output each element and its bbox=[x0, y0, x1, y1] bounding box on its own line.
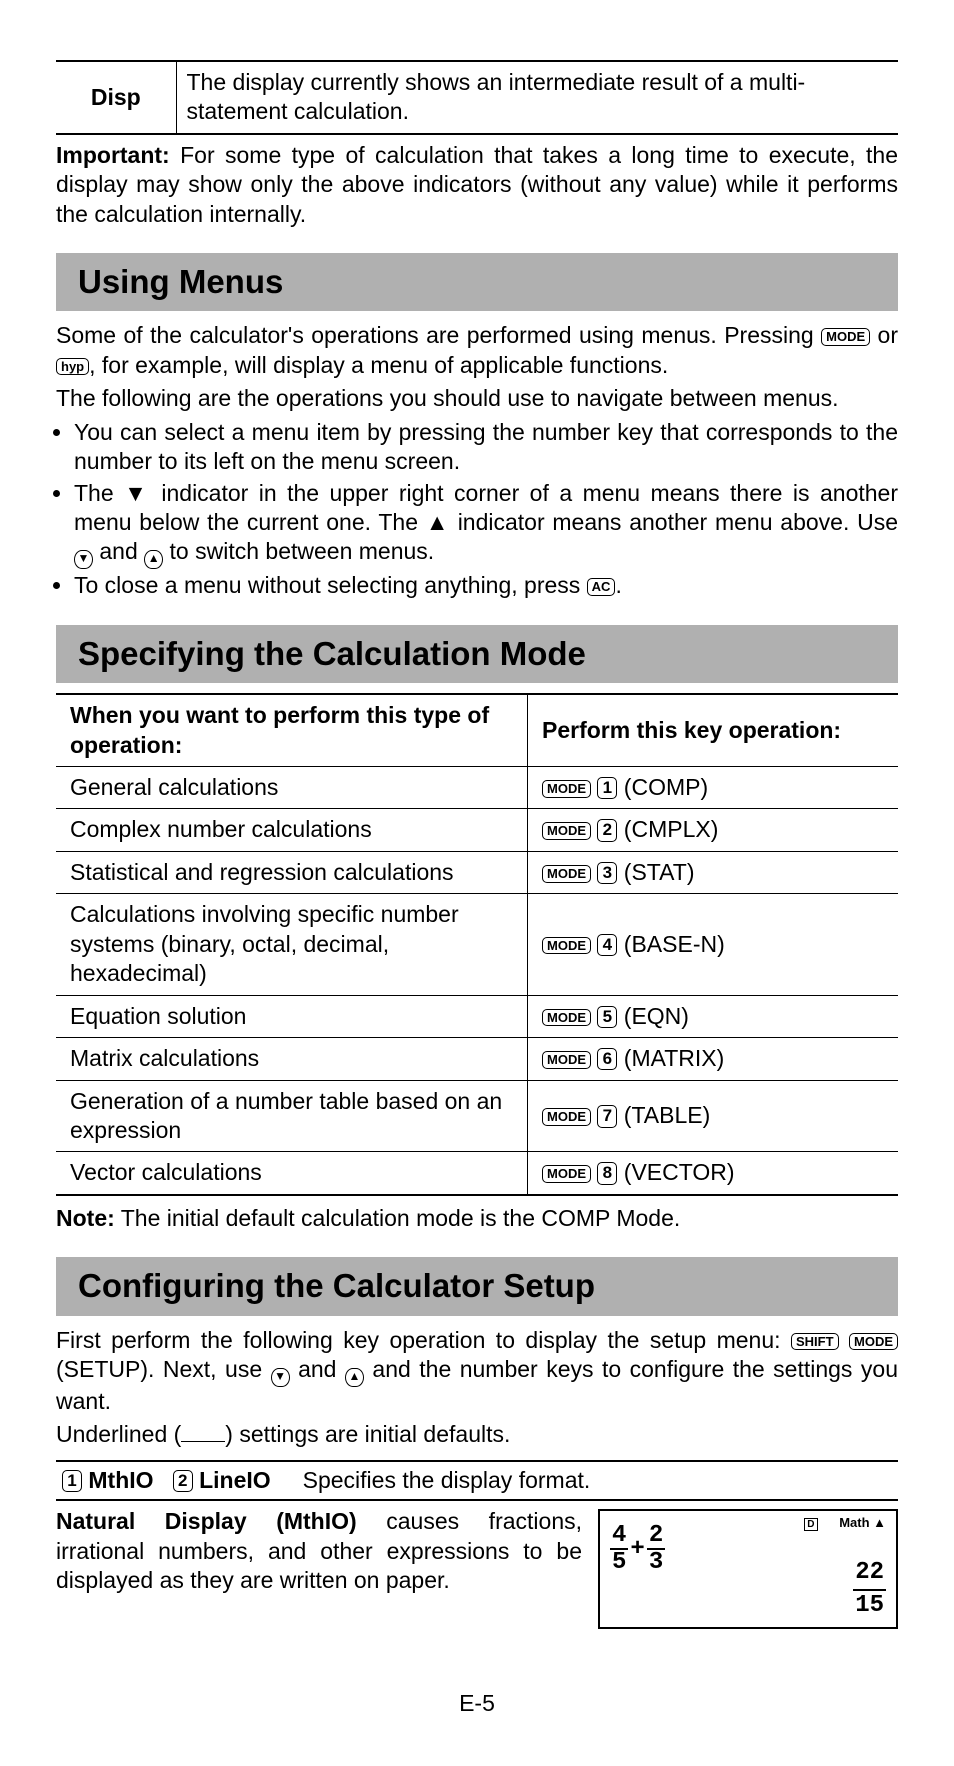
natural-display-block: D Math ▲ 45+23 2215 Natural Display (Mth… bbox=[56, 1507, 898, 1629]
using-menus-intro-1: Some of the calculator's operations are … bbox=[56, 321, 898, 380]
num-key-icon: 6 bbox=[597, 1048, 617, 1070]
mode-key-icon: MODE bbox=[542, 780, 591, 798]
mode-key-icon: MODE bbox=[542, 1009, 591, 1027]
important-label: Important: bbox=[56, 142, 170, 168]
mode-th-1: When you want to perform this type of op… bbox=[56, 694, 528, 766]
setup-section-header: Configuring the Calculator Setup bbox=[56, 1257, 898, 1315]
d-indicator-icon: D bbox=[804, 1518, 817, 1531]
mode-key-cell: MODE 7 (TABLE) bbox=[528, 1080, 898, 1152]
hyp-key-icon: hyp bbox=[56, 358, 89, 376]
mode-key-icon: MODE bbox=[542, 865, 591, 883]
mode-note: Note: The initial default calculation mo… bbox=[56, 1204, 898, 1233]
menu-bullet-2: The ▼ indicator in the upper right corne… bbox=[74, 479, 898, 570]
table-row: Generation of a number table based on an… bbox=[56, 1080, 898, 1152]
table-row: Equation solutionMODE 5 (EQN) bbox=[56, 995, 898, 1037]
num-key-icon: 1 bbox=[597, 777, 617, 799]
using-menus-list: You can select a menu item by pressing t… bbox=[56, 418, 898, 601]
up-arrow-icon: ▲ bbox=[345, 1368, 364, 1387]
mode-name: (COMP) bbox=[617, 774, 708, 800]
mode-key-cell: MODE 2 (CMPLX) bbox=[528, 809, 898, 851]
screen-expression: 45+23 bbox=[610, 1523, 665, 1575]
shift-key-icon: SHIFT bbox=[791, 1333, 839, 1351]
mode-table: When you want to perform this type of op… bbox=[56, 693, 898, 1196]
disp-desc: The display currently shows an intermedi… bbox=[176, 61, 898, 134]
menu-bullet-1: You can select a menu item by pressing t… bbox=[74, 418, 898, 477]
mode-note-text: The initial default calculation mode is … bbox=[115, 1205, 681, 1231]
table-row: Statistical and regression calculationsM… bbox=[56, 851, 898, 893]
mode-name: (EQN) bbox=[617, 1003, 689, 1029]
mode-key-icon: MODE bbox=[542, 1051, 591, 1069]
lineio-label: LineIO bbox=[199, 1467, 271, 1493]
mode-op-cell: Vector calculations bbox=[56, 1152, 528, 1195]
mode-key-cell: MODE 6 (MATRIX) bbox=[528, 1038, 898, 1080]
display-format-row: 1 MthIO 2 LineIO Specifies the display f… bbox=[56, 1460, 898, 1501]
calculator-screen: D Math ▲ 45+23 2215 bbox=[598, 1509, 898, 1629]
mode-op-cell: Equation solution bbox=[56, 995, 528, 1037]
screen-result: 2215 bbox=[853, 1558, 886, 1621]
num-key-icon: 7 bbox=[597, 1105, 617, 1127]
menu-bullet-3: To close a menu without selecting anythi… bbox=[74, 571, 898, 600]
down-arrow-icon: ▼ bbox=[271, 1368, 290, 1387]
mode-name: (CMPLX) bbox=[617, 816, 718, 842]
mthio-label: MthIO bbox=[88, 1467, 153, 1493]
screen-indicators: D Math ▲ bbox=[804, 1515, 886, 1532]
natural-display-label: Natural Display (MthIO) bbox=[56, 1508, 357, 1534]
up-arrow-icon: ▲ bbox=[144, 550, 163, 569]
mode-key-icon: MODE bbox=[542, 1108, 591, 1126]
mode-op-cell: Generation of a number table based on an… bbox=[56, 1080, 528, 1152]
num-key-icon: 5 bbox=[597, 1006, 617, 1028]
table-row: General calculationsMODE 1 (COMP) bbox=[56, 767, 898, 809]
important-text: For some type of calculation that takes … bbox=[56, 142, 898, 227]
mode-name: (VECTOR) bbox=[617, 1159, 734, 1185]
mode-key-icon: MODE bbox=[821, 328, 870, 346]
mode-section-header: Specifying the Calculation Mode bbox=[56, 625, 898, 683]
mode-key-cell: MODE 4 (BASE-N) bbox=[528, 894, 898, 995]
setup-intro: First perform the following key operatio… bbox=[56, 1326, 898, 1417]
key-2-icon: 2 bbox=[173, 1470, 193, 1492]
mode-name: (MATRIX) bbox=[617, 1045, 724, 1071]
disp-table: Disp The display currently shows an inte… bbox=[56, 60, 898, 135]
mode-key-icon: MODE bbox=[542, 937, 591, 955]
mode-name: (BASE-N) bbox=[617, 931, 724, 957]
num-key-icon: 3 bbox=[597, 862, 617, 884]
table-row: Vector calculationsMODE 8 (VECTOR) bbox=[56, 1152, 898, 1195]
important-paragraph: Important: For some type of calculation … bbox=[56, 141, 898, 229]
num-key-icon: 4 bbox=[597, 934, 617, 956]
num-key-icon: 8 bbox=[597, 1162, 617, 1184]
down-arrow-icon: ▼ bbox=[74, 550, 93, 569]
mode-op-cell: Statistical and regression calculations bbox=[56, 851, 528, 893]
mode-op-cell: Complex number calculations bbox=[56, 809, 528, 851]
using-menus-header: Using Menus bbox=[56, 253, 898, 311]
math-indicator: Math ▲ bbox=[839, 1515, 886, 1530]
key-1-icon: 1 bbox=[62, 1470, 82, 1492]
table-row: Calculations involving specific number s… bbox=[56, 894, 898, 995]
mode-name: (STAT) bbox=[617, 859, 694, 885]
disp-label: Disp bbox=[56, 61, 176, 134]
display-format-desc: Specifies the display format. bbox=[303, 1467, 591, 1493]
mode-key-cell: MODE 3 (STAT) bbox=[528, 851, 898, 893]
page-number: E-5 bbox=[56, 1689, 898, 1718]
ac-key-icon: AC bbox=[587, 578, 616, 596]
num-key-icon: 2 bbox=[597, 819, 617, 841]
mode-note-label: Note: bbox=[56, 1205, 115, 1231]
mode-key-cell: MODE 1 (COMP) bbox=[528, 767, 898, 809]
underline-note: Underlined () settings are initial defau… bbox=[56, 1420, 898, 1449]
mode-op-cell: General calculations bbox=[56, 767, 528, 809]
using-menus-intro-2: The following are the operations you sho… bbox=[56, 384, 898, 413]
mode-key-icon: MODE bbox=[542, 822, 591, 840]
mode-op-cell: Calculations involving specific number s… bbox=[56, 894, 528, 995]
mode-key-icon: MODE bbox=[542, 1165, 591, 1183]
mode-key-cell: MODE 8 (VECTOR) bbox=[528, 1152, 898, 1195]
table-row: Matrix calculationsMODE 6 (MATRIX) bbox=[56, 1038, 898, 1080]
underline-blank bbox=[181, 1422, 225, 1443]
mode-name: (TABLE) bbox=[617, 1102, 710, 1128]
mode-th-2: Perform this key operation: bbox=[528, 694, 898, 766]
mode-op-cell: Matrix calculations bbox=[56, 1038, 528, 1080]
mode-key-cell: MODE 5 (EQN) bbox=[528, 995, 898, 1037]
mode-key-icon: MODE bbox=[849, 1333, 898, 1351]
table-row: Complex number calculationsMODE 2 (CMPLX… bbox=[56, 809, 898, 851]
